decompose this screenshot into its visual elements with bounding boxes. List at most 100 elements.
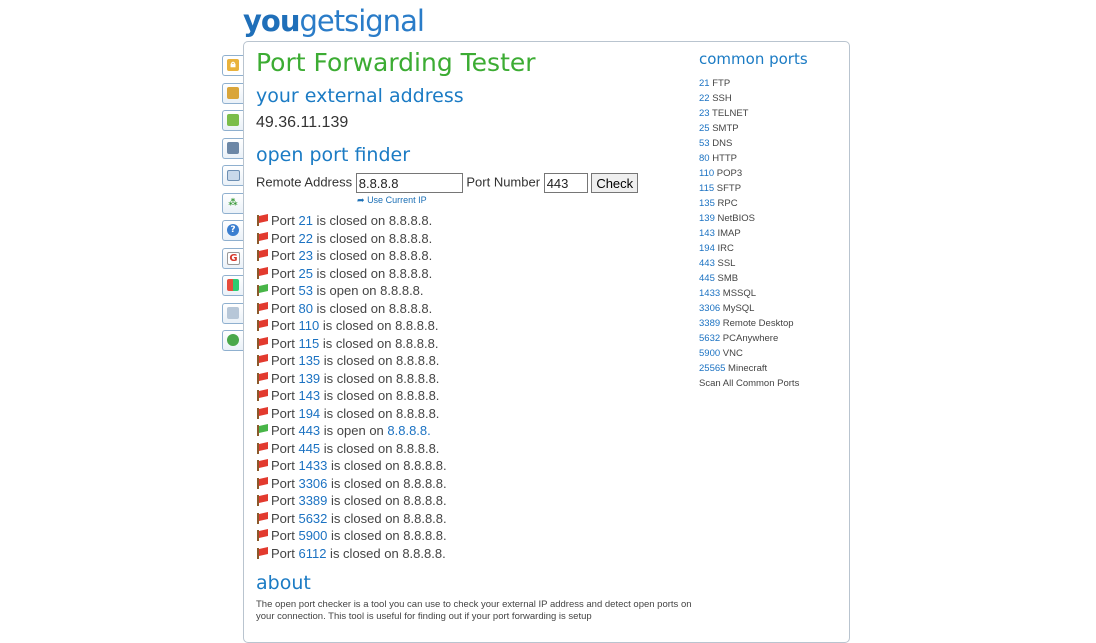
- tab-port-forwarding[interactable]: 🔒︎: [222, 55, 245, 76]
- common-port-number[interactable]: 1433: [699, 288, 720, 299]
- host-text[interactable]: 8.8.8.8.: [387, 423, 430, 438]
- port-result-row: Port 80 is closed on 8.8.8.8.: [256, 300, 447, 318]
- port-word: Port: [271, 493, 299, 508]
- tool-icon: [227, 86, 239, 99]
- common-port-item[interactable]: 139 NetBIOS: [699, 211, 839, 226]
- common-port-number[interactable]: 80: [699, 153, 710, 164]
- port-word: Port: [271, 510, 299, 526]
- common-port-number[interactable]: 115: [699, 183, 714, 194]
- common-port-number[interactable]: 445: [699, 273, 715, 284]
- port-number-link[interactable]: 23: [298, 248, 312, 263]
- port-number-link[interactable]: 21: [298, 213, 312, 228]
- common-port-number[interactable]: 5900: [699, 348, 720, 359]
- common-port-number[interactable]: 21: [699, 78, 710, 89]
- content-panel: Port Forwarding Tester your external add…: [243, 41, 850, 643]
- port-number-link[interactable]: 3306: [298, 476, 327, 491]
- port-number-link[interactable]: 5900: [298, 528, 327, 543]
- common-port-item[interactable]: 443 SSL: [699, 256, 839, 271]
- port-number-link[interactable]: 139: [298, 371, 320, 386]
- scan-all-common-ports-link[interactable]: Scan All Common Ports: [699, 376, 839, 391]
- common-port-item[interactable]: 110 POP3: [699, 166, 839, 181]
- tab-tool-3[interactable]: [222, 110, 243, 131]
- common-port-item[interactable]: 22 SSH: [699, 91, 839, 106]
- common-port-item[interactable]: 115 SFTP: [699, 181, 839, 196]
- site-logo[interactable]: yougetsignal: [243, 3, 425, 39]
- port-number-link[interactable]: 5632: [298, 511, 327, 526]
- port-number-link[interactable]: 443: [298, 423, 320, 438]
- tab-tool-6[interactable]: ⁂: [222, 192, 243, 214]
- common-port-number[interactable]: 23: [699, 108, 710, 119]
- common-port-item[interactable]: 25565 Minecraft: [699, 361, 839, 376]
- common-port-number[interactable]: 135: [699, 198, 715, 209]
- common-port-item[interactable]: 80 HTTP: [699, 151, 839, 166]
- check-button[interactable]: Check: [591, 173, 639, 193]
- common-port-item[interactable]: 135 RPC: [699, 196, 839, 211]
- common-port-item[interactable]: 3306 MySQL: [699, 301, 839, 316]
- port-number-link[interactable]: 135: [298, 353, 320, 368]
- common-port-item[interactable]: 445 SMB: [699, 271, 839, 286]
- common-port-number[interactable]: 139: [699, 213, 715, 224]
- common-port-number[interactable]: 443: [699, 258, 715, 269]
- common-port-item[interactable]: 21 FTP: [699, 76, 839, 91]
- port-word: Port: [271, 528, 299, 543]
- common-port-number[interactable]: 143: [699, 228, 715, 239]
- common-port-number[interactable]: 25565: [699, 363, 725, 374]
- port-number-link[interactable]: 143: [298, 388, 320, 403]
- tab-tool-8[interactable]: G: [222, 247, 243, 269]
- port-number-link[interactable]: 445: [298, 441, 320, 456]
- arrow-icon: ➦: [357, 195, 365, 205]
- port-number-link[interactable]: 1433: [298, 458, 327, 473]
- port-result-row: Port 5632 is closed on 8.8.8.8.: [256, 510, 447, 528]
- common-port-number[interactable]: 5632: [699, 333, 720, 344]
- use-current-ip-link[interactable]: ➦ Use Current IP: [357, 195, 427, 206]
- remote-address-input[interactable]: [355, 173, 463, 193]
- common-port-number[interactable]: 3306: [699, 303, 720, 314]
- tab-tool-2[interactable]: [222, 82, 243, 104]
- common-port-number[interactable]: 53: [699, 138, 710, 149]
- common-port-number[interactable]: 25: [699, 123, 710, 134]
- common-port-item[interactable]: 23 TELNET: [699, 106, 839, 121]
- red-flag-icon: [256, 494, 268, 506]
- common-port-item[interactable]: 1433 MSSQL: [699, 286, 839, 301]
- port-number-link[interactable]: 3389: [298, 493, 327, 508]
- port-number-link[interactable]: 6112: [298, 546, 326, 561]
- common-port-item[interactable]: 194 IRC: [699, 241, 839, 256]
- red-flag-icon: [256, 406, 268, 419]
- port-number-link[interactable]: 53: [298, 283, 312, 298]
- tab-tool-10[interactable]: [222, 302, 243, 324]
- common-port-number[interactable]: 3389: [699, 318, 720, 329]
- common-port-item[interactable]: 3389 Remote Desktop: [699, 316, 839, 331]
- port-number-link[interactable]: 80: [298, 301, 312, 316]
- port-number-input[interactable]: [543, 173, 588, 193]
- port-status-text: is open on: [312, 283, 381, 298]
- tab-tool-4[interactable]: [222, 137, 243, 159]
- common-port-name: POP3: [714, 168, 743, 179]
- phone-icon: [227, 141, 239, 154]
- tab-tool-5[interactable]: [222, 165, 243, 186]
- common-port-number[interactable]: 194: [699, 243, 715, 254]
- port-number-link[interactable]: 194: [298, 406, 320, 421]
- port-number-link[interactable]: 110: [298, 318, 319, 333]
- document-icon: [227, 306, 239, 319]
- tab-tool-9[interactable]: [222, 275, 243, 296]
- tab-tool-11[interactable]: [222, 330, 243, 351]
- common-port-item[interactable]: 25 SMTP: [699, 121, 839, 136]
- common-port-item[interactable]: 53 DNS: [699, 136, 839, 151]
- common-port-number[interactable]: 22: [699, 93, 710, 104]
- host-text: 8.8.8.8.: [395, 335, 439, 351]
- port-number-link[interactable]: 115: [298, 336, 319, 351]
- common-port-name: MySQL: [720, 303, 755, 314]
- port-word: Port: [271, 283, 299, 298]
- port-word: Port: [271, 353, 299, 368]
- tab-tool-7[interactable]: ?: [222, 220, 243, 241]
- common-port-item[interactable]: 5632 PCAnywhere: [699, 331, 839, 346]
- port-number-link[interactable]: 25: [298, 266, 312, 281]
- common-ports-sidebar: common ports 21 FTP 22 SSH 23 TELNET 25 SMT…: [699, 50, 839, 391]
- common-port-item[interactable]: 143 IMAP: [699, 226, 839, 241]
- common-port-item[interactable]: 5900 VNC: [699, 346, 839, 361]
- common-port-number[interactable]: 110: [699, 168, 714, 179]
- about-heading: about: [256, 572, 311, 594]
- host-text: 8.8.8.8.: [388, 300, 433, 316]
- port-result-row: Port 143 is closed on 8.8.8.8.: [256, 387, 447, 405]
- port-number-link[interactable]: 22: [298, 231, 312, 246]
